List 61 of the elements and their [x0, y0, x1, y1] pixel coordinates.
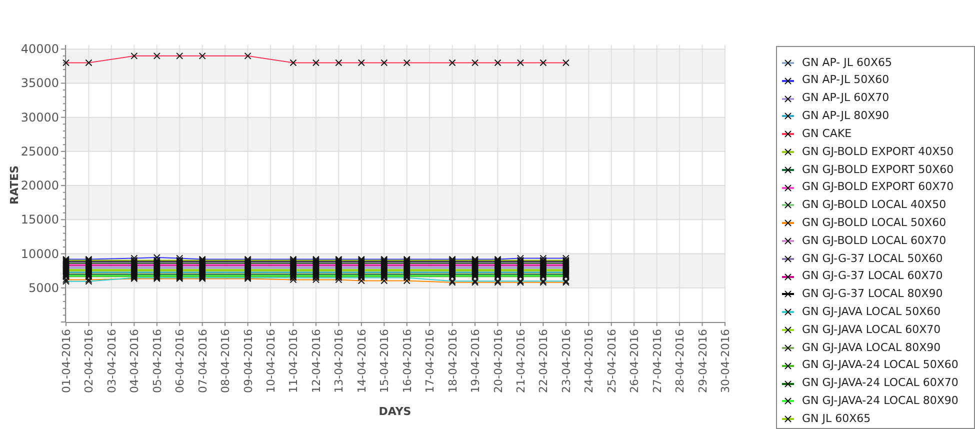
y-tick-label: 10000 [20, 246, 59, 261]
legend-label: GN GJ-JAVA-24 LOCAL 50X60 [802, 357, 958, 374]
y-axis-title: RATES [8, 165, 21, 205]
x-tick-label: 23-04-2016 [560, 329, 573, 393]
x-tick-label: 06-04-2016 [174, 329, 187, 393]
legend-label: GN GJ-G-37 LOCAL 60X70 [802, 268, 943, 284]
legend-label: GN GJ-BOLD EXPORT 40X50 [802, 144, 954, 160]
legend-label: GN GJ-BOLD LOCAL 50X60 [802, 214, 946, 231]
legend-label: GN GJ-BOLD EXPORT 60X70 [802, 179, 954, 196]
x-tick-label: 04-04-2016 [128, 329, 142, 393]
x-tick-label: 01-04-2016 [60, 329, 73, 393]
x-tick-label: 25-04-2016 [605, 329, 618, 393]
legend-label: GN GJ-G-37 LOCAL 50X60 [802, 250, 943, 267]
x-tick-label: 14-04-2016 [355, 329, 368, 393]
x-tick-label: 05-04-2016 [150, 329, 164, 393]
x-tick-label: 19-04-2016 [469, 329, 482, 393]
x-tick-label: 24-04-2016 [582, 329, 596, 393]
y-tick-label: 35000 [20, 76, 59, 90]
legend-label: GN AP-JL 60X70 [802, 90, 890, 106]
x-tick-label: 22-04-2016 [537, 329, 550, 393]
x-tick-label: 15-04-2016 [378, 329, 392, 393]
x-tick-label: 26-04-2016 [628, 329, 642, 393]
legend-label: GN GJ-G-37 LOCAL 80X90 [802, 286, 943, 302]
legend-label: GN GJ-JAVA LOCAL 50X60 [802, 304, 941, 320]
y-tick-label: 40000 [20, 42, 59, 56]
x-tick-label: 13-04-2016 [332, 329, 346, 393]
x-tick-label: 16-04-2016 [400, 329, 414, 393]
legend-label: GN JL 60X65 [802, 410, 871, 427]
x-tick-label: 09-04-2016 [242, 329, 255, 393]
x-tick-label: 17-04-2016 [424, 329, 437, 393]
legend-label: GN GJ-JAVA LOCAL 80X90 [802, 340, 941, 356]
x-axis-title: DAYS [378, 405, 412, 418]
x-tick-label: 21-04-2016 [514, 329, 528, 393]
x-tick-label: 27-04-2016 [650, 329, 664, 393]
x-tick-label: 10-04-2016 [264, 329, 278, 393]
y-tick-label: 5000 [28, 280, 59, 295]
x-tick-label: 18-04-2016 [446, 329, 460, 393]
x-tick-label: 12-04-2016 [310, 329, 323, 393]
legend-label: GN AP-JL 50X60 [802, 72, 890, 88]
legend-label: GN GJ-BOLD LOCAL 40X50 [802, 197, 946, 214]
y-tick-label: 15000 [20, 212, 59, 227]
legend-label: GN AP- JL 60X65 [802, 54, 892, 71]
x-tick-label: 08-04-2016 [219, 329, 232, 393]
legend-label: GN CAKE [802, 126, 852, 142]
y-tick-label: 20000 [20, 178, 59, 193]
x-tick-label: 28-04-2016 [674, 329, 687, 393]
y-tick-label: 30000 [20, 110, 59, 124]
legend-label: GN GJ-JAVA LOCAL 60X70 [802, 322, 941, 338]
legend-label: GN GJ-JAVA-24 LOCAL 80X90 [802, 393, 958, 410]
legend-label: GN GJ-BOLD EXPORT 50X60 [802, 162, 954, 178]
legend-label: GN AP-JL 80X90 [802, 108, 890, 124]
legend-label: GN GJ-BOLD LOCAL 60X70 [802, 232, 946, 249]
x-tick-label: 20-04-2016 [492, 329, 505, 393]
x-tick-label: 29-04-2016 [696, 329, 710, 393]
x-tick-label: 03-04-2016 [105, 329, 118, 393]
x-tick-label: 11-04-2016 [287, 329, 300, 393]
legend-label: GN GJ-JAVA-24 LOCAL 60X70 [802, 375, 958, 392]
x-tick-label: 02-04-2016 [82, 329, 96, 393]
x-tick-label: 30-04-2016 [719, 329, 732, 393]
x-tick-label: 07-04-2016 [196, 329, 210, 393]
y-tick-label: 25000 [20, 144, 59, 158]
